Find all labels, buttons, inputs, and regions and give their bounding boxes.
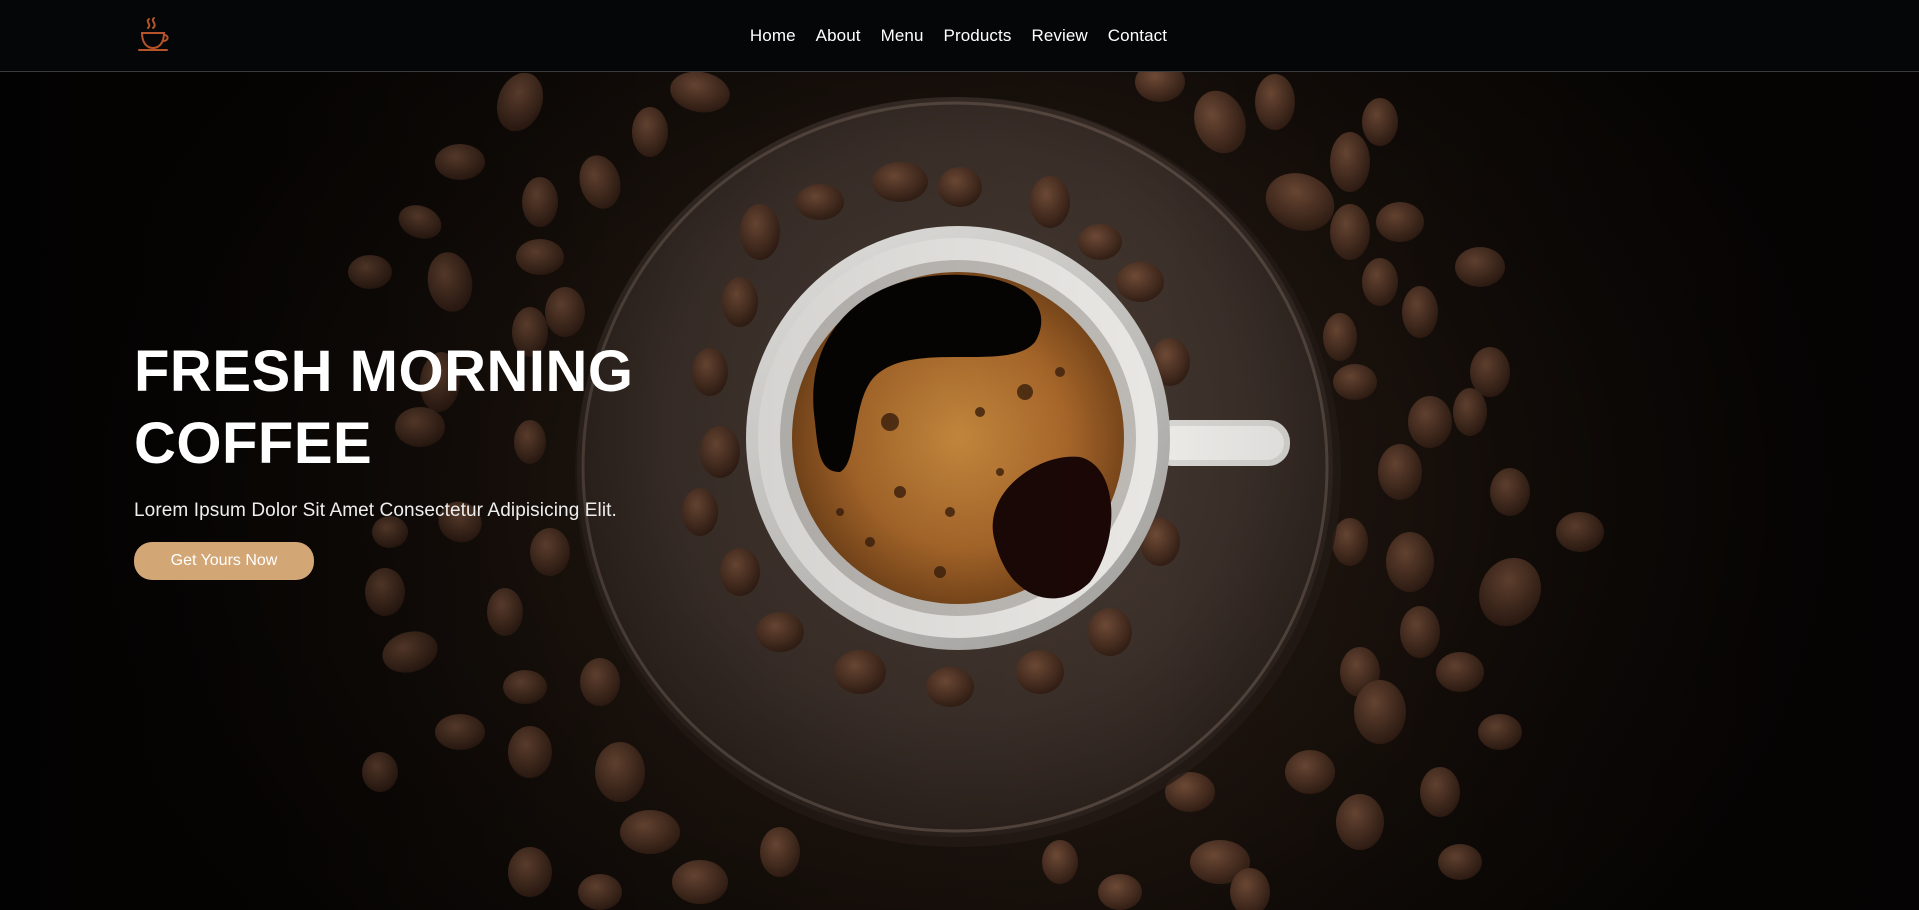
nav-home-link[interactable]: Home: [750, 26, 796, 46]
hero-subtitle: Lorem Ipsum Dolor Sit Amet Consectetur A…: [134, 500, 617, 521]
hero-title: FRESH MORNING COFFEE: [134, 339, 634, 476]
get-yours-now-button[interactable]: Get Yours Now: [134, 542, 314, 580]
nav-products-link[interactable]: Products: [944, 26, 1012, 46]
nav-contact-link[interactable]: Contact: [1108, 26, 1167, 46]
hero-content: FRESH MORNING COFFEE Lorem Ipsum Dolor S…: [134, 336, 834, 580]
hero-section: FRESH MORNING COFFEE Lorem Ipsum Dolor S…: [0, 72, 1919, 910]
nav-about-link[interactable]: About: [816, 26, 861, 46]
navbar: Home About Menu Products Review Contact: [0, 0, 1919, 72]
main-nav: Home About Menu Products Review Contact: [0, 0, 1918, 72]
nav-menu-link[interactable]: Menu: [881, 26, 924, 46]
nav-review-link[interactable]: Review: [1031, 26, 1087, 46]
